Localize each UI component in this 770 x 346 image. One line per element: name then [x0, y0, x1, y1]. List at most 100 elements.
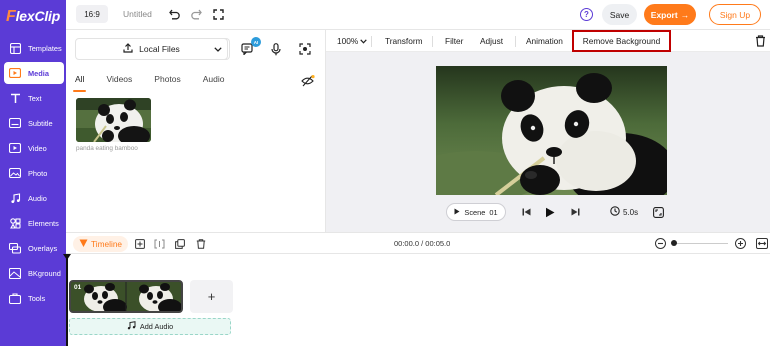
add-scene-icon[interactable]: [134, 238, 145, 249]
sidebar-item-label: BKground: [28, 268, 61, 278]
timeline-tracks: 01 + Add Audio: [63, 254, 770, 346]
animation-button[interactable]: Animation: [526, 36, 563, 46]
media-thumbnail[interactable]: [76, 98, 151, 142]
sidebar-item-elements[interactable]: Elements: [4, 212, 64, 234]
text-icon: [8, 92, 22, 104]
save-button[interactable]: Save: [602, 4, 637, 25]
fit-timeline-icon[interactable]: [756, 238, 768, 249]
local-files-dropdown[interactable]: [206, 38, 230, 60]
zoom-dropdown[interactable]: 100%: [337, 36, 367, 46]
screen-record-icon[interactable]: [298, 42, 312, 56]
sidebar-item-label: Video: [28, 143, 47, 153]
clock-icon: [610, 206, 620, 218]
audio-icon: [8, 192, 22, 204]
play-button[interactable]: [544, 206, 556, 218]
zoom-slider-track[interactable]: [674, 243, 728, 244]
sidebar-item-templates[interactable]: Templates: [4, 37, 64, 59]
sidebar-item-tools[interactable]: Tools: [4, 287, 64, 309]
sidebar-item-bkground[interactable]: BKground: [4, 262, 64, 284]
divider: [515, 36, 516, 47]
tab-audio[interactable]: Audio: [203, 74, 225, 90]
scene-button[interactable]: Scene 01: [446, 203, 506, 221]
video-icon: [8, 142, 22, 154]
clip-number: 01: [74, 284, 82, 291]
fullscreen-preview-icon[interactable]: [652, 206, 664, 218]
sidebar-item-media[interactable]: Media: [4, 62, 64, 84]
timeline-toolbar: Timeline 00:00.0 / 00:05.0: [66, 232, 770, 254]
sidebar-item-label: Media: [28, 68, 49, 78]
tab-photos[interactable]: Photos: [154, 74, 180, 90]
flexclip-logo[interactable]: FlexClip: [6, 8, 60, 26]
sidebar-item-overlays[interactable]: Overlays: [4, 237, 64, 259]
scene-number: 01: [489, 207, 498, 217]
clip-thumbnails: [71, 282, 181, 311]
subtitle-icon: [8, 117, 22, 129]
add-scene-button[interactable]: +: [190, 280, 233, 313]
arrow-right-icon: →: [680, 9, 690, 20]
timeline-icon: [79, 239, 88, 250]
sidebar-item-video[interactable]: Video: [4, 137, 64, 159]
next-icon[interactable]: [569, 206, 581, 218]
media-caption: panda eating bamboo: [76, 145, 138, 152]
sidebar-item-audio[interactable]: Audio: [4, 187, 64, 209]
panda-image: [76, 98, 151, 142]
document-title[interactable]: Untitled: [123, 9, 152, 19]
zoom-slider-handle[interactable]: [671, 240, 677, 246]
sidebar-item-label: Templates: [28, 43, 62, 53]
previous-icon[interactable]: [520, 206, 532, 218]
add-audio-button[interactable]: Add Audio: [69, 318, 231, 335]
sidebar-item-text[interactable]: Text: [4, 87, 64, 109]
aspect-ratio-button[interactable]: 16:9: [76, 5, 108, 23]
local-files-label: Local Files: [139, 44, 180, 54]
hide-used-icon[interactable]: [301, 75, 315, 87]
export-button[interactable]: Export →: [644, 4, 696, 25]
playhead[interactable]: [63, 254, 71, 346]
elements-icon: [8, 217, 22, 229]
redo-icon[interactable]: [189, 7, 203, 21]
sidebar-item-label: Elements: [28, 218, 59, 228]
adjust-button[interactable]: Adjust: [480, 36, 503, 46]
sidebar-item-photo[interactable]: Photo: [4, 162, 64, 184]
ai-badge: AI: [251, 37, 261, 47]
sign-up-button[interactable]: Sign Up: [709, 4, 761, 25]
top-bar: 16:9 Untitled ? Save Export → Sign Up: [66, 0, 770, 30]
minus-icon: [658, 242, 663, 245]
remove-background-button[interactable]: Remove Background: [572, 30, 671, 52]
sidebar-item-label: Subtitle: [28, 118, 53, 128]
scene-duration[interactable]: 5.0s: [610, 206, 638, 218]
duplicate-icon[interactable]: [174, 238, 185, 249]
player-controls: Scene 01 5.0s: [446, 203, 666, 221]
scene-label: Scene: [464, 207, 486, 217]
video-preview[interactable]: [436, 66, 667, 195]
microphone-icon[interactable]: [269, 42, 283, 56]
help-button[interactable]: ?: [580, 8, 593, 21]
chevron-down-icon: [213, 44, 222, 54]
filter-button[interactable]: Filter: [445, 36, 463, 46]
zoom-in-button[interactable]: [735, 238, 746, 249]
canvas-area: Scene 01 5.0s: [326, 52, 770, 232]
tools-icon: [8, 292, 22, 304]
tab-all[interactable]: All: [72, 74, 88, 92]
undo-icon[interactable]: [168, 7, 182, 21]
scene-clip[interactable]: 01: [69, 280, 183, 313]
divider: [432, 36, 433, 47]
timeline-label: Timeline: [91, 239, 123, 249]
duration-value: 5.0s: [623, 207, 639, 217]
photo-icon: [8, 167, 22, 179]
transform-button[interactable]: Transform: [385, 36, 423, 46]
delete-icon[interactable]: [755, 35, 767, 47]
plus-icon: [738, 241, 743, 246]
export-label: Export: [650, 9, 678, 20]
delete-icon[interactable]: [195, 238, 206, 249]
fullscreen-icon[interactable]: [211, 7, 225, 21]
media-tabs: All Videos Photos Audio: [72, 74, 247, 92]
timeline-toggle[interactable]: Timeline: [73, 236, 129, 252]
tab-videos[interactable]: Videos: [106, 74, 132, 90]
sidebar-item-subtitle[interactable]: Subtitle: [4, 112, 64, 134]
split-icon[interactable]: [154, 238, 165, 249]
panda-image: [436, 66, 667, 195]
zoom-out-button[interactable]: [655, 238, 666, 249]
divider: [371, 36, 372, 47]
sidebar-item-label: Photo: [28, 168, 48, 178]
sidebar-item-label: Audio: [28, 193, 47, 203]
